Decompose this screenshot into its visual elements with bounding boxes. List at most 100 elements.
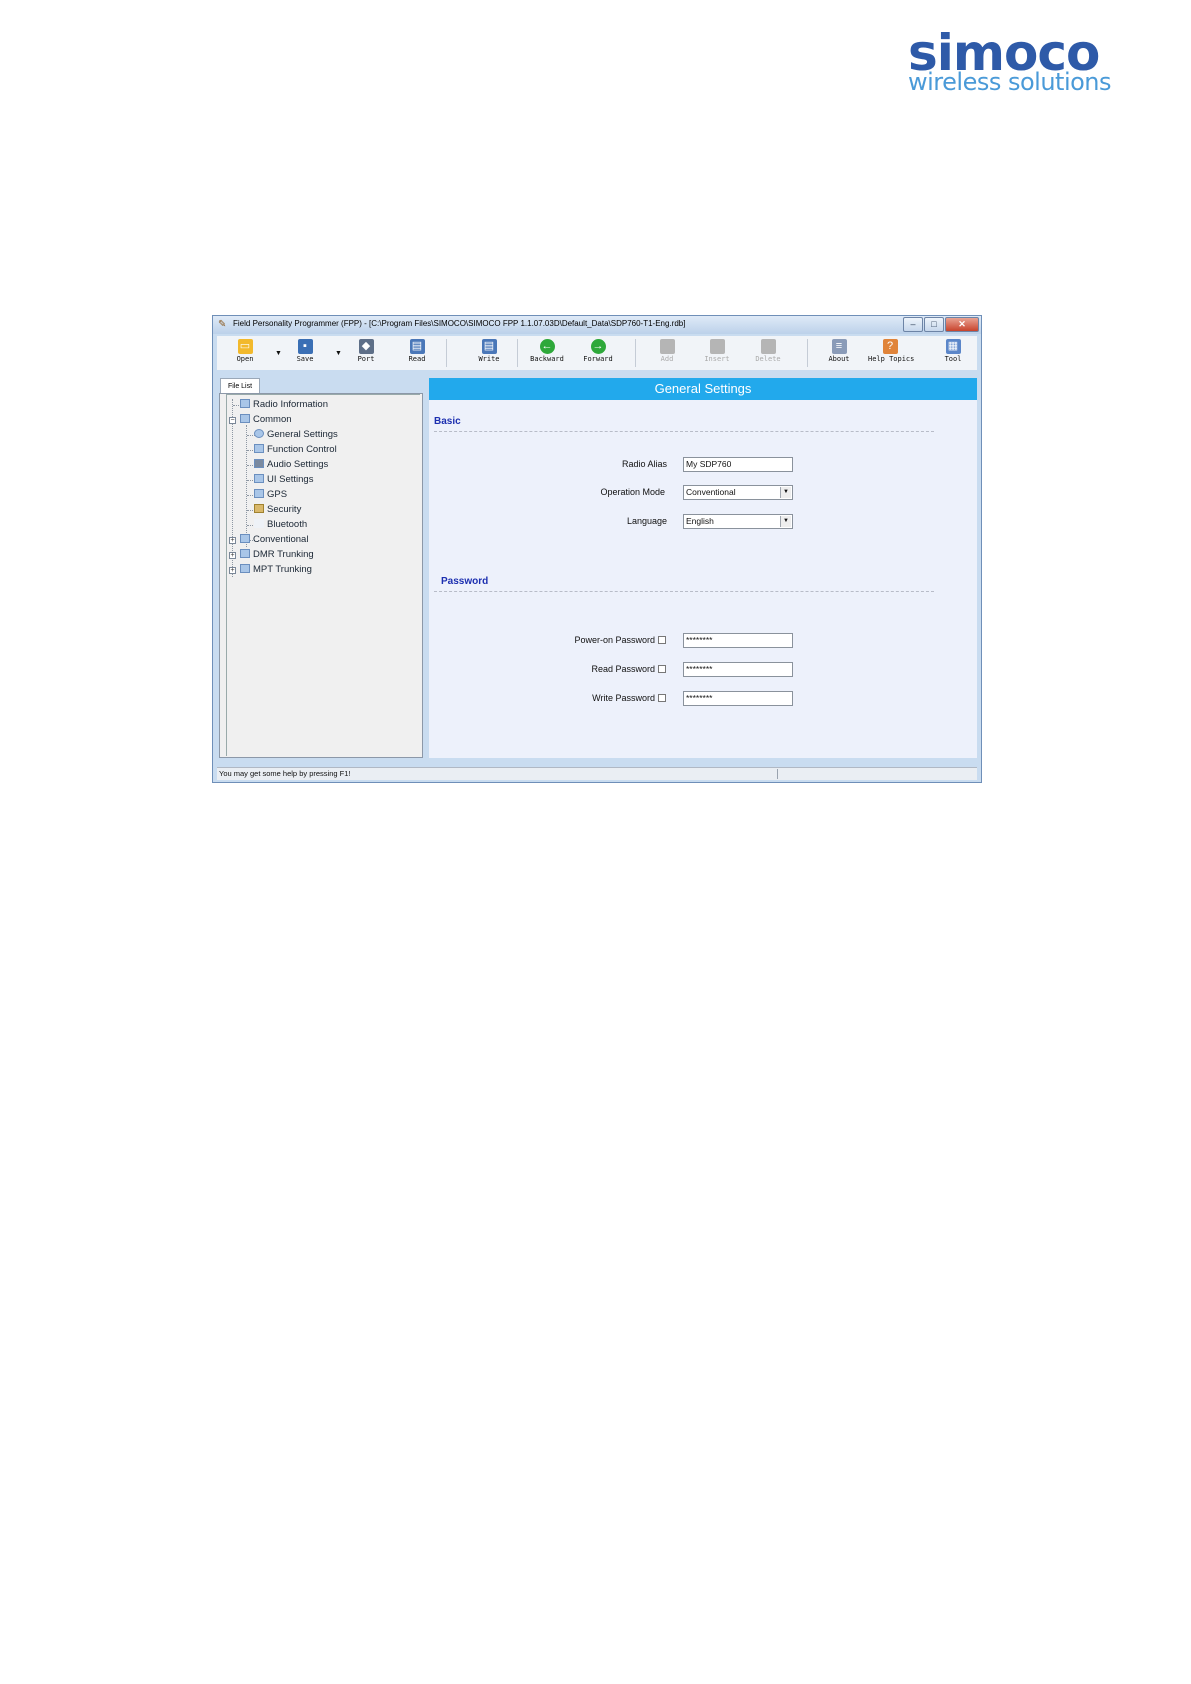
window-title: Field Personality Programmer (FPP) - [C:… — [233, 319, 686, 328]
tree-item-ui-settings[interactable]: UI Settings — [254, 473, 313, 487]
folder-icon — [240, 534, 250, 543]
tree-item-label: Security — [267, 504, 302, 515]
language-select[interactable]: English ▼ — [683, 514, 793, 529]
tool-label: Tool — [944, 355, 962, 363]
about-label: About — [828, 355, 850, 363]
basic-divider — [434, 431, 934, 432]
delete-label: Delete — [755, 355, 781, 363]
folder-icon — [240, 549, 250, 558]
expand-conventional-icon[interactable]: + — [229, 537, 236, 544]
file-list-tab[interactable]: File List — [220, 378, 260, 394]
tool-icon: ▦ — [945, 339, 961, 354]
tree-item-label: Function Control — [267, 444, 337, 455]
read-password-input[interactable]: ******** — [683, 662, 793, 677]
add-icon — [659, 339, 675, 354]
save-button[interactable]: ▪ Save — [283, 337, 327, 369]
write-button[interactable]: ▤ Write — [467, 337, 511, 369]
toolbar: ▭ Open ▼ ▪ Save ▼ ◆ Port ▤ Read ▤ Write … — [217, 336, 977, 370]
radio-alias-label: Radio Alias — [621, 459, 667, 469]
help-topics-button[interactable]: ? Help Topics — [868, 337, 914, 369]
chevron-down-icon: ▼ — [780, 487, 791, 498]
port-icon: ◆ — [358, 339, 374, 354]
tree-item-security[interactable]: Security — [254, 503, 301, 517]
forward-arrow-icon: → — [590, 339, 606, 354]
minimize-button[interactable]: – — [903, 317, 923, 332]
write-password-input[interactable]: ******** — [683, 691, 793, 706]
ui-icon — [254, 474, 264, 483]
tree-item-bluetooth[interactable]: Bluetooth — [254, 518, 307, 532]
tree-item-conventional[interactable]: Conventional — [240, 533, 308, 547]
tool-button[interactable]: ▦ Tool — [931, 337, 975, 369]
backward-button[interactable]: ← Backward — [525, 337, 569, 369]
status-bar: You may get some help by pressing F1! — [217, 767, 977, 780]
maximize-button[interactable]: □ — [924, 317, 944, 332]
tree-item-label: Audio Settings — [267, 459, 329, 470]
language-value: English — [686, 516, 714, 526]
expand-dmr-trunking-icon[interactable]: + — [229, 552, 236, 559]
chevron-down-icon: ▼ — [780, 516, 791, 527]
basic-section-title: Basic — [434, 416, 461, 427]
read-password-label: Read Password — [591, 664, 655, 674]
logo-sub-text: wireless solutions — [908, 68, 1112, 96]
tree-line — [246, 425, 247, 547]
radio-alias-input[interactable]: My SDP760 — [683, 457, 793, 472]
lock-icon — [254, 504, 264, 513]
power-on-password-input[interactable]: ******** — [683, 633, 793, 648]
write-icon: ▤ — [481, 339, 497, 354]
read-icon: ▤ — [409, 339, 425, 354]
toolbar-separator — [807, 339, 808, 367]
save-label: Save — [296, 355, 314, 363]
function-icon — [254, 444, 264, 453]
help-icon: ? — [882, 339, 898, 354]
about-button[interactable]: ≡ About — [817, 337, 861, 369]
write-password-checkbox[interactable] — [658, 694, 666, 702]
floppy-icon: ▪ — [297, 339, 313, 354]
power-on-password-checkbox[interactable] — [658, 636, 666, 644]
tree-item-gps[interactable]: GPS — [254, 488, 287, 502]
operation-mode-select[interactable]: Conventional ▼ — [683, 485, 793, 500]
tree-item-mpt-trunking[interactable]: MPT Trunking — [240, 563, 312, 577]
operation-mode-label: Operation Mode — [600, 487, 665, 497]
folder-icon — [240, 564, 250, 573]
tree-item-radio-information[interactable]: Radio Information — [240, 398, 328, 412]
open-button[interactable]: ▭ Open — [223, 337, 267, 369]
delete-button[interactable]: Delete — [746, 337, 790, 369]
read-password-checkbox[interactable] — [658, 665, 666, 673]
tree-item-label: MPT Trunking — [253, 564, 312, 575]
read-label: Read — [408, 355, 426, 363]
toolbar-separator — [517, 339, 518, 367]
window-controls: – □ ✕ — [902, 317, 979, 332]
about-icon: ≡ — [831, 339, 847, 354]
insert-button[interactable]: Insert — [695, 337, 739, 369]
language-label: Language — [626, 516, 667, 526]
status-text: You may get some help by pressing F1! — [219, 769, 351, 778]
close-button[interactable]: ✕ — [945, 317, 979, 332]
gps-icon — [254, 489, 264, 498]
tree-item-label: Radio Information — [253, 399, 328, 410]
expand-mpt-trunking-icon[interactable]: + — [229, 567, 236, 574]
app-icon: ✎ — [218, 319, 227, 330]
tree-line — [232, 399, 233, 577]
tree-item-label: Common — [253, 414, 292, 425]
tree-item-common[interactable]: Common — [240, 413, 292, 427]
add-label: Add — [660, 355, 674, 363]
tree-item-function-control[interactable]: Function Control — [254, 443, 337, 457]
read-button[interactable]: ▤ Read — [395, 337, 439, 369]
folder-icon: ▭ — [237, 339, 253, 354]
open-dropdown-arrow-icon[interactable]: ▼ — [275, 350, 282, 357]
toolbar-separator — [635, 339, 636, 367]
toolbar-separator — [446, 339, 447, 367]
add-button[interactable]: Add — [645, 337, 689, 369]
forward-button[interactable]: → Forward — [576, 337, 620, 369]
collapse-common-icon[interactable]: − — [229, 417, 236, 424]
backward-label: Backward — [530, 355, 564, 363]
port-button[interactable]: ◆ Port — [344, 337, 388, 369]
operation-mode-value: Conventional — [686, 487, 736, 497]
password-divider — [434, 591, 934, 592]
settings-tree: Radio Information − Common General Setti… — [226, 394, 420, 756]
save-dropdown-arrow-icon[interactable]: ▼ — [335, 350, 342, 357]
bluetooth-icon — [254, 519, 264, 528]
tree-item-general-settings[interactable]: General Settings — [254, 428, 338, 442]
tree-item-audio-settings[interactable]: Audio Settings — [254, 458, 328, 472]
tree-item-dmr-trunking[interactable]: DMR Trunking — [240, 548, 314, 562]
